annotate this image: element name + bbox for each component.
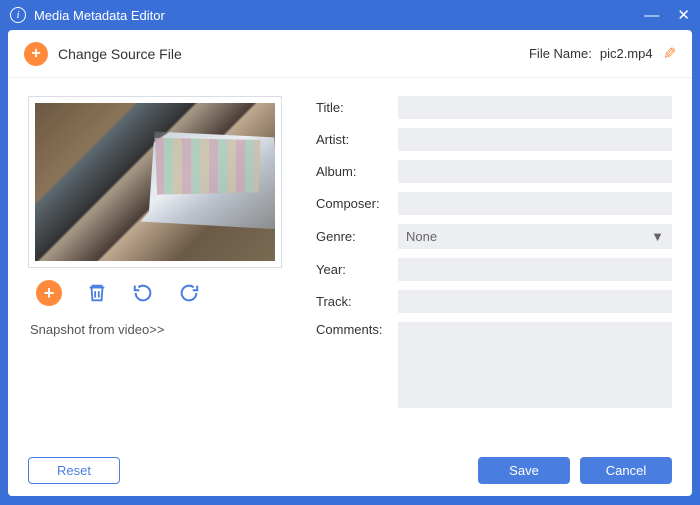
add-thumbnail-button[interactable]: + <box>36 280 62 306</box>
chevron-down-icon: ▼ <box>651 229 664 244</box>
form-column: Title: Artist: Album: Composer: Genre: N… <box>316 96 672 434</box>
delete-icon[interactable] <box>86 282 108 304</box>
change-source-label[interactable]: Change Source File <box>58 46 182 62</box>
artist-input[interactable] <box>398 128 672 151</box>
snapshot-link[interactable]: Snapshot from video>> <box>28 322 288 337</box>
edit-filename-icon[interactable]: ✎ <box>663 44 676 64</box>
thumbnail-toolbar: + <box>28 280 288 306</box>
album-label: Album: <box>316 164 398 179</box>
thumbnail-box <box>28 96 282 268</box>
rotate-left-icon[interactable] <box>132 282 154 304</box>
track-input[interactable] <box>398 290 672 313</box>
save-button[interactable]: Save <box>478 457 570 484</box>
thumbnail-image <box>35 103 275 261</box>
left-column: + Snapshot from video>> <box>28 96 288 434</box>
change-source-icon[interactable]: + <box>24 42 48 66</box>
file-name-value: pic2.mp4 <box>600 46 653 61</box>
close-button[interactable]: ✕ <box>677 6 690 24</box>
track-label: Track: <box>316 294 398 309</box>
genre-value: None <box>406 229 437 244</box>
minimize-button[interactable]: — <box>644 7 659 24</box>
composer-input[interactable] <box>398 192 672 215</box>
title-label: Title: <box>316 100 398 115</box>
comments-label: Comments: <box>316 322 398 337</box>
composer-label: Composer: <box>316 196 398 211</box>
footer: Reset Save Cancel <box>8 444 692 496</box>
reset-button[interactable]: Reset <box>28 457 120 484</box>
artist-label: Artist: <box>316 132 398 147</box>
window-body: + Change Source File File Name: pic2.mp4… <box>8 30 692 496</box>
rotate-right-icon[interactable] <box>178 282 200 304</box>
window-title: Media Metadata Editor <box>34 8 165 23</box>
titlebar: i Media Metadata Editor — ✕ <box>0 0 700 30</box>
cancel-button[interactable]: Cancel <box>580 457 672 484</box>
genre-label: Genre: <box>316 229 398 244</box>
topbar: + Change Source File File Name: pic2.mp4… <box>8 30 692 78</box>
comments-input[interactable] <box>398 322 672 408</box>
year-label: Year: <box>316 262 398 277</box>
title-input[interactable] <box>398 96 672 119</box>
year-input[interactable] <box>398 258 672 281</box>
file-name-label: File Name: <box>529 46 592 61</box>
genre-select[interactable]: None ▼ <box>398 224 672 249</box>
info-icon: i <box>10 7 26 23</box>
content-area: + Snapshot from video>> Title: Artist: A… <box>8 78 692 444</box>
album-input[interactable] <box>398 160 672 183</box>
